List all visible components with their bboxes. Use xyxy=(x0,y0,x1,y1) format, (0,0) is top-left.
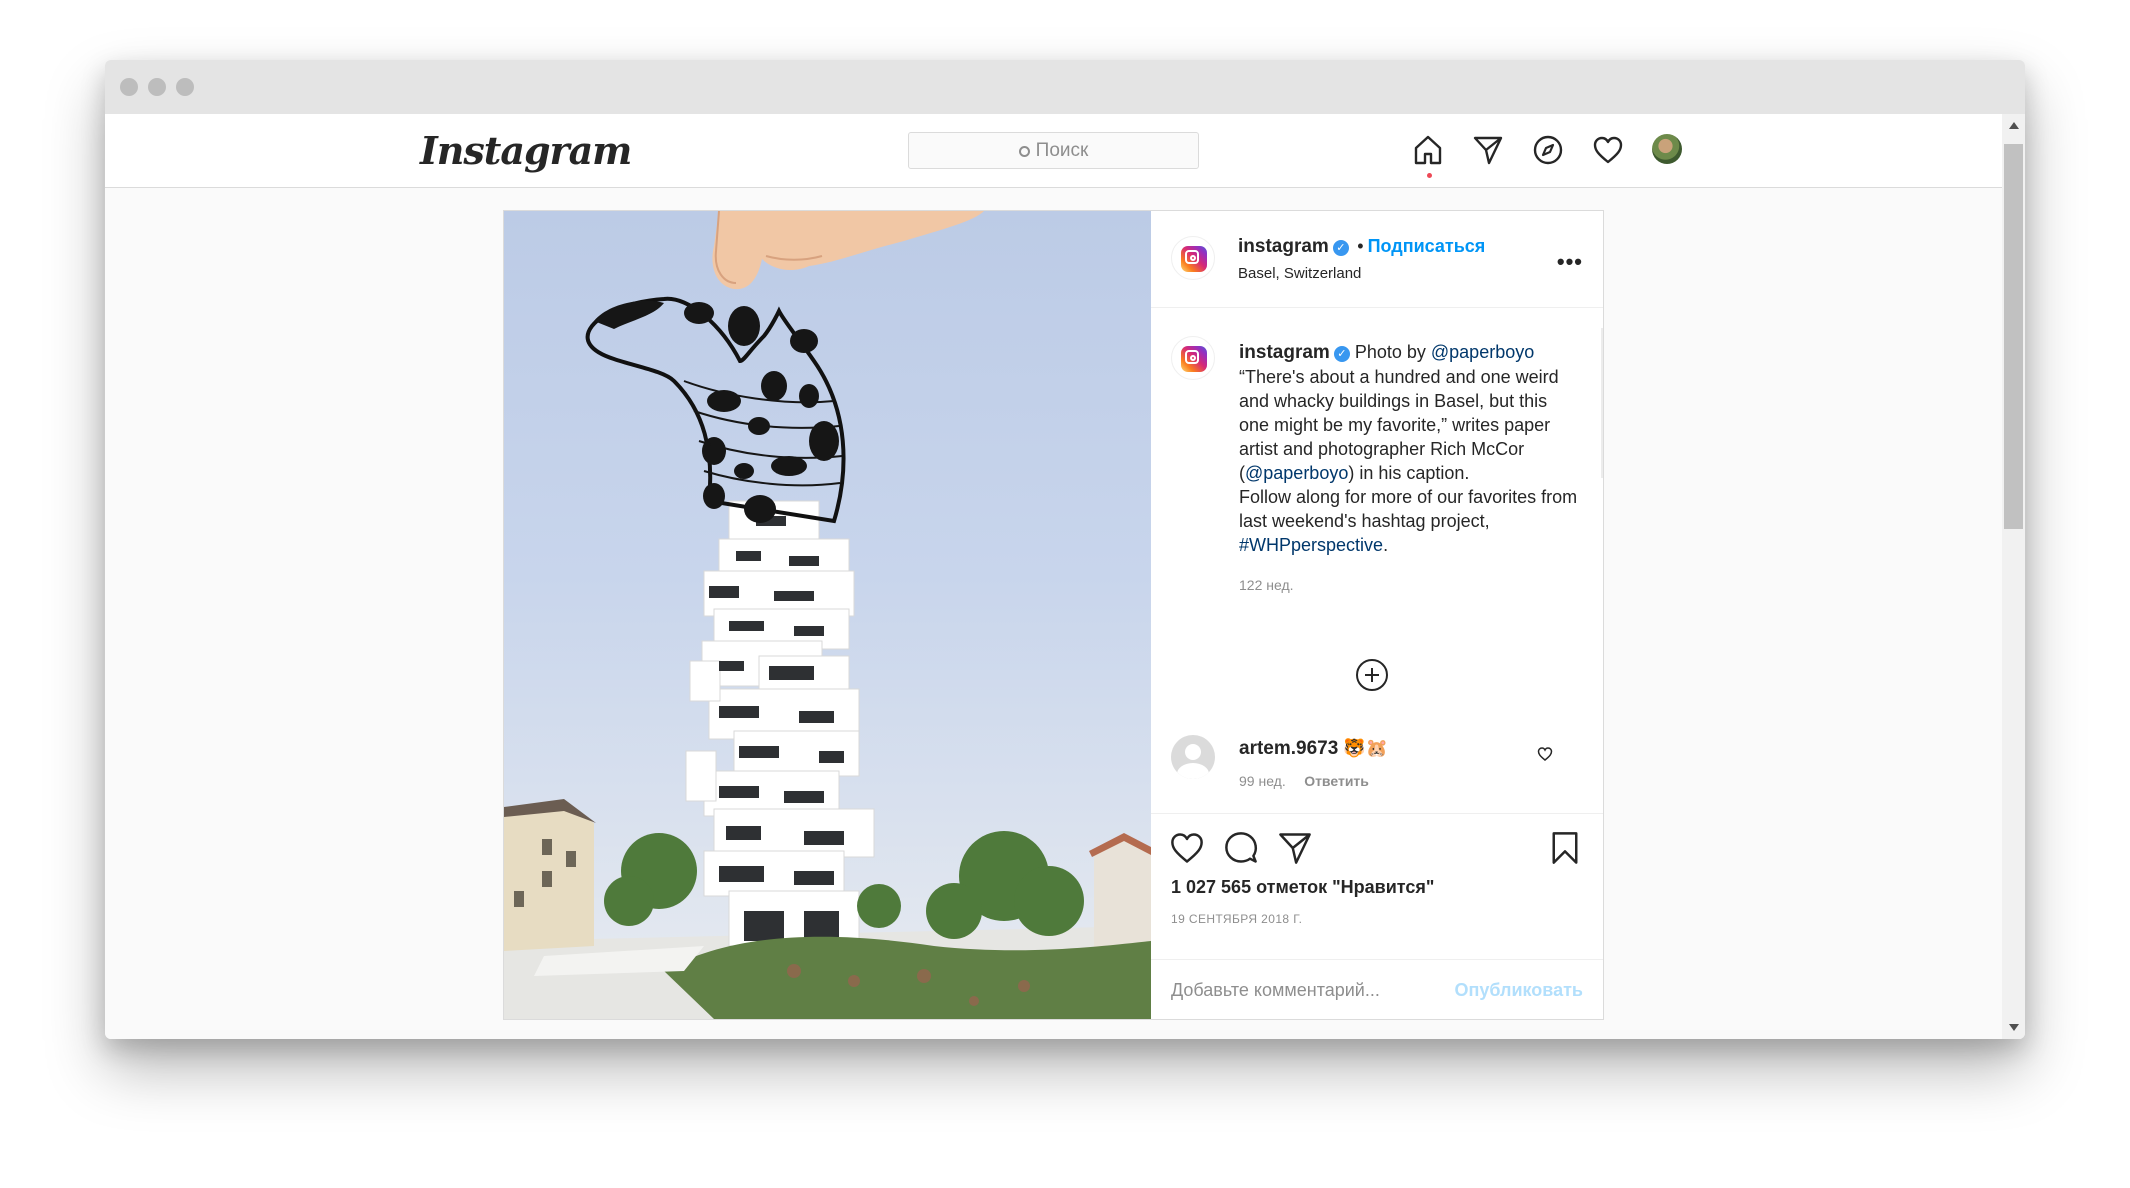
post-header: instagram ✓ • Подписаться Basel, Switzerla… xyxy=(1151,211,1603,308)
add-comment-bar: Добавьте комментарий... Опубликовать xyxy=(1151,959,1603,1020)
caption-prefix: Photo by xyxy=(1354,342,1431,362)
likes-count[interactable]: 1 027 565 отметок "Нравится" xyxy=(1171,877,1434,898)
like-icon[interactable] xyxy=(1169,830,1205,866)
add-circle-icon[interactable] xyxy=(1356,659,1388,691)
post-actions: 1 027 565 отметок "Нравится" 19 СЕНТЯБРЯ… xyxy=(1151,813,1603,1019)
comments-scrollbar[interactable] xyxy=(1601,328,1603,478)
scroll-down-arrow-icon[interactable] xyxy=(2009,1024,2019,1031)
close-window-dot[interactable] xyxy=(120,78,138,96)
caption-text-2: ) in his caption. xyxy=(1348,463,1470,483)
instagram-logo-icon xyxy=(1181,346,1207,372)
comment-meta: 99 нед. Ответить xyxy=(1239,773,1369,791)
post-location[interactable]: Basel, Switzerland xyxy=(1238,265,1361,282)
scroll-thumb[interactable] xyxy=(2004,144,2023,529)
comment-icon[interactable] xyxy=(1223,830,1259,866)
comment-time[interactable]: 99 нед. xyxy=(1239,773,1286,789)
caption-time[interactable]: 122 нед. xyxy=(1239,573,1579,597)
comment-emoji: 🐯🐹 xyxy=(1343,738,1389,758)
maximize-window-dot[interactable] xyxy=(176,78,194,96)
activity-heart-icon[interactable] xyxy=(1592,134,1624,166)
notification-dot xyxy=(1427,173,1432,178)
hashtag-link[interactable]: #WHPperspective xyxy=(1239,535,1383,555)
instagram-logo-icon xyxy=(1181,246,1207,272)
home-icon[interactable] xyxy=(1412,134,1444,166)
search-placeholder: Поиск xyxy=(1035,140,1089,161)
caption-end: . xyxy=(1383,535,1389,555)
caption-author[interactable]: instagram xyxy=(1239,342,1330,363)
more-icon[interactable]: ••• xyxy=(1557,249,1583,275)
post-date[interactable]: 19 СЕНТЯБРЯ 2018 Г. xyxy=(1171,912,1302,926)
share-icon[interactable] xyxy=(1277,830,1313,866)
search-icon xyxy=(1018,146,1030,157)
comment-author[interactable]: artem.9673 xyxy=(1239,738,1338,759)
caption-author-avatar[interactable] xyxy=(1171,336,1215,380)
page-scrollbar[interactable] xyxy=(2002,114,2025,1039)
browser-window: Instagram Поиск instagram ✓ • Подписатьс… xyxy=(105,60,2025,1039)
commenter-avatar[interactable] xyxy=(1171,735,1215,779)
caption-mention-link[interactable]: @paperboyo xyxy=(1431,342,1534,362)
page-viewport: Instagram Поиск instagram ✓ • Подписатьс… xyxy=(105,114,2002,1039)
header-title-row: instagram ✓ • Подписаться xyxy=(1238,236,1485,258)
verified-icon: ✓ xyxy=(1332,240,1349,256)
direct-icon[interactable] xyxy=(1472,134,1504,166)
verified-icon: ✓ xyxy=(1333,346,1350,362)
reply-button[interactable]: Ответить xyxy=(1304,773,1369,789)
search-input[interactable]: Поиск xyxy=(908,132,1199,169)
post-photo-illustration xyxy=(504,211,1151,1019)
comments-area: instagram ✓ Photo by @paperboyo “There's … xyxy=(1151,308,1603,813)
top-navigation: Instagram Поиск xyxy=(105,114,2002,188)
post-caption: instagram ✓ Photo by @paperboyo “There's … xyxy=(1239,340,1579,597)
minimize-window-dot[interactable] xyxy=(148,78,166,96)
window-titlebar xyxy=(105,60,2025,114)
instagram-logo[interactable]: Instagram xyxy=(420,128,632,173)
post-photo[interactable] xyxy=(504,211,1151,1019)
separator-dot: • xyxy=(1357,236,1364,256)
comment-like-icon[interactable] xyxy=(1537,746,1553,762)
author-avatar[interactable] xyxy=(1171,236,1215,280)
comment-row: artem.9673 🐯🐹 xyxy=(1239,738,1388,760)
post-card: instagram ✓ • Подписаться Basel, Switzerla… xyxy=(503,210,1604,1020)
author-username[interactable]: instagram xyxy=(1238,236,1329,257)
caption-text-3: Follow along for more of our favorites f… xyxy=(1239,487,1578,531)
scroll-up-arrow-icon[interactable] xyxy=(2009,122,2019,129)
comment-input[interactable]: Добавьте комментарий... xyxy=(1171,980,1380,1001)
profile-avatar[interactable] xyxy=(1652,134,1682,164)
post-side-panel: instagram ✓ • Подписаться Basel, Switzerla… xyxy=(1151,211,1603,1019)
publish-button[interactable]: Опубликовать xyxy=(1454,980,1583,1001)
save-icon[interactable] xyxy=(1547,830,1583,866)
follow-button[interactable]: Подписаться xyxy=(1368,236,1486,256)
explore-icon[interactable] xyxy=(1532,134,1564,166)
caption-mention-link-2[interactable]: @paperboyo xyxy=(1245,463,1348,483)
